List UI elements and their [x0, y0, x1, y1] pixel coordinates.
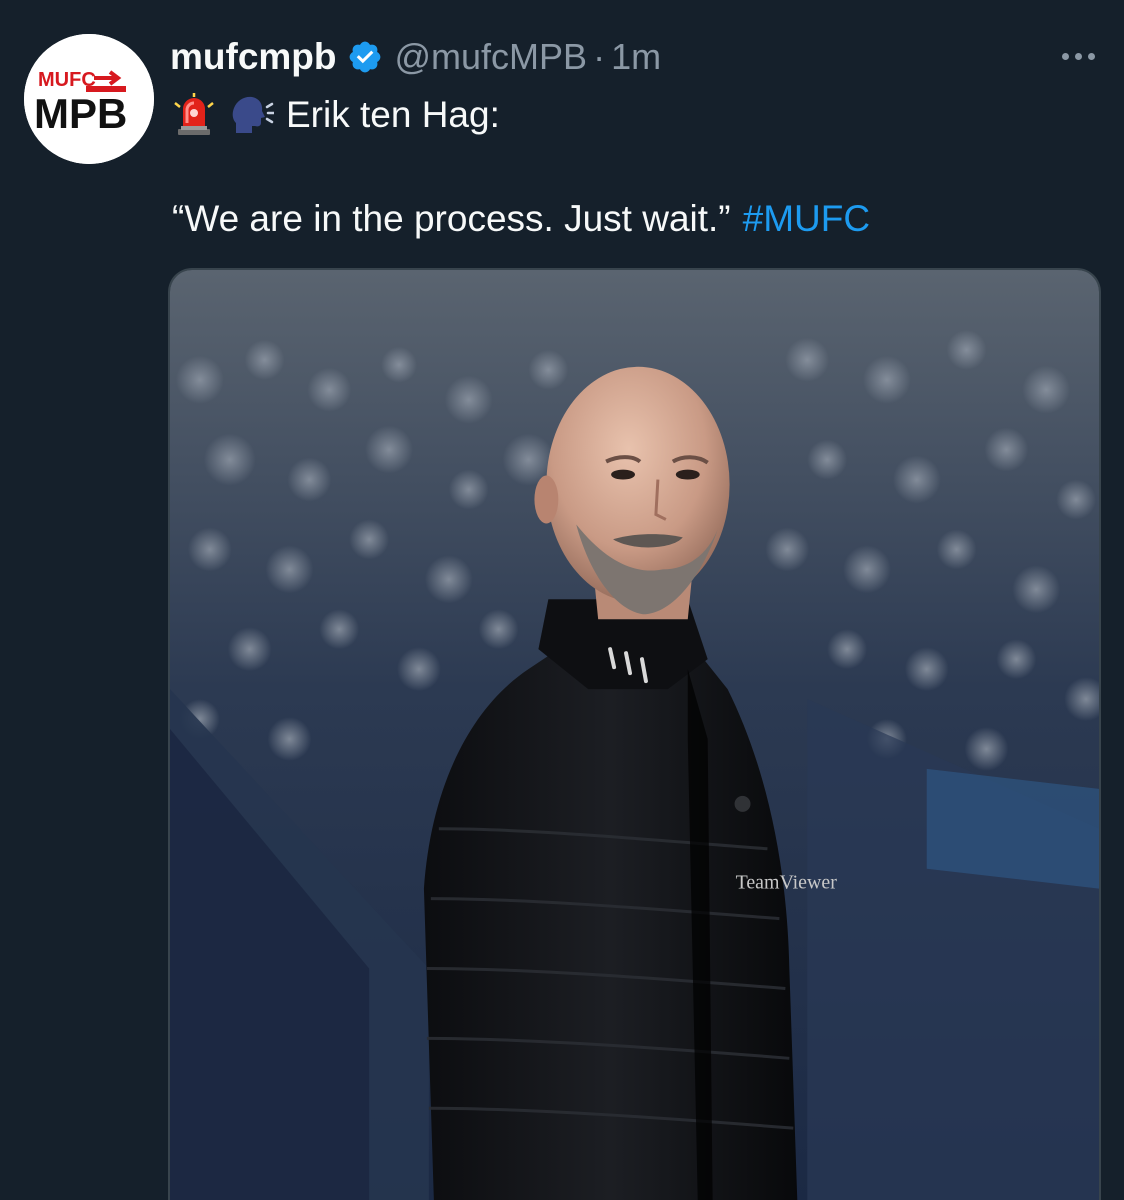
photo-erik-ten-hag: TeamViewer: [170, 270, 1099, 1200]
dot-icon: [1087, 52, 1095, 60]
display-name[interactable]: mufcmpb: [170, 36, 337, 78]
dot-icon: [1074, 52, 1082, 60]
tweet-quote-attribution: Erik ten Hag:: [286, 94, 500, 135]
verified-badge-icon[interactable]: [347, 39, 383, 75]
speaking-head-emoji: [232, 96, 274, 133]
timestamp[interactable]: 1m: [611, 36, 661, 78]
svg-text:MPB: MPB: [34, 90, 127, 137]
vest-sponsor: TeamViewer: [736, 872, 838, 894]
handle[interactable]: @mufcMPB: [395, 36, 588, 78]
police-light-emoji: [174, 93, 214, 135]
tweet-header: mufcmpb @mufcMPB · 1m: [170, 32, 661, 82]
mufcmpb-logo: MUFC MPB: [24, 34, 154, 164]
tweet-quote: “We are in the process. Just wait.”: [172, 198, 731, 239]
tweet-photo[interactable]: TeamViewer: [168, 268, 1101, 1200]
dot-icon: [1061, 52, 1069, 60]
hashtag-link[interactable]: #MUFC: [743, 198, 870, 240]
separator-dot: ·: [593, 36, 606, 77]
avatar[interactable]: MUFC MPB: [24, 34, 154, 164]
tweet[interactable]: MUFC MPB mufcmpb @mufcMPB · 1m Erik ten …: [0, 0, 1124, 1200]
more-horizontal-icon[interactable]: [1058, 46, 1098, 66]
tweet-text-line-1: Erik ten Hag:: [172, 90, 500, 140]
tweet-text-line-2: “We are in the process. Just wait.” #MUF…: [172, 194, 870, 244]
